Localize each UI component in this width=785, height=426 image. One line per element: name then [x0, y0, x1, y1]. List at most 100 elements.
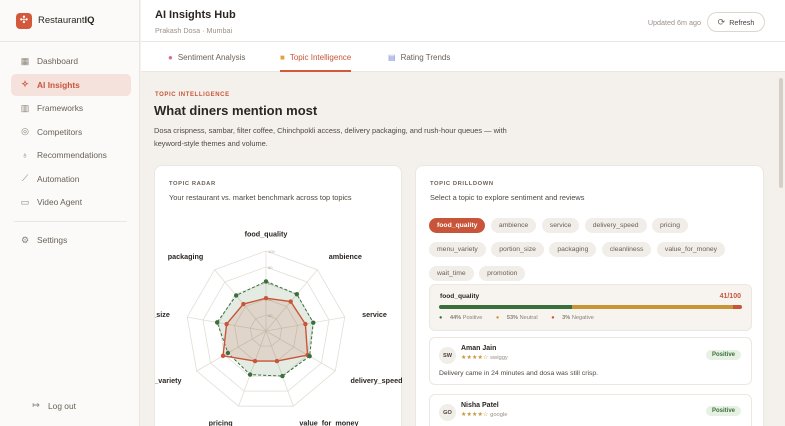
folder-icon: ■ [280, 52, 285, 62]
radar-axis-label: pricing [209, 419, 233, 426]
sidebar-item-frameworks[interactable]: ▥ Frameworks [11, 97, 131, 119]
topic-chip-portion-size[interactable]: portion_size [491, 242, 544, 257]
sidebar-item-recommendations[interactable]: ♁ Recommendations [11, 144, 131, 166]
sentiment-bar-neutral [572, 305, 733, 309]
page-title: AI Insights Hub [155, 9, 236, 21]
avatar: SW [439, 347, 456, 364]
reviewer-name: Aman Jain [461, 345, 497, 352]
main-content: TOPIC INTELLIGENCE What diners mention m… [141, 73, 785, 426]
topic-chip-cleanliness[interactable]: cleanliness [601, 242, 652, 257]
radar-point [263, 296, 269, 301]
sentiment-bar-positive [439, 305, 573, 309]
dashboard-icon: ▦ [20, 55, 30, 66]
tab-sentiment-analysis[interactable]: ● Sentiment Analysis [168, 42, 245, 72]
topic-radar-chart: 10080604020food_qualityambienceservicede… [155, 229, 402, 426]
last-updated: Updated 6m ago [647, 18, 701, 27]
gear-icon: ⚙ [20, 234, 30, 245]
sidebar-item-dashboard[interactable]: ▦ Dashboard [11, 50, 131, 72]
topic-chip-delivery-speed[interactable]: delivery_speed [584, 218, 647, 233]
radar-point [274, 358, 280, 364]
insight-tabs: ● Sentiment Analysis ■ Topic Intelligence … [141, 42, 785, 72]
sidebar-item-automation[interactable]: ⟋ Automation [11, 168, 131, 190]
brand[interactable]: ✣ RestaurantIQ [0, 0, 139, 42]
main-scrollbar[interactable] [779, 78, 783, 188]
card-subtitle: Select a topic to explore sentiment and … [430, 193, 585, 202]
sidebar-item-label: Competitors [37, 126, 83, 137]
refresh-button[interactable]: ⟳ Refresh [707, 12, 765, 32]
sidebar-item-ai-insights[interactable]: ✧ AI Insights [11, 73, 131, 96]
sidebar-item-label: Recommendations [37, 150, 107, 160]
video-icon: ▭ [20, 196, 30, 207]
selected-topic-score: 41/100 [719, 293, 741, 300]
radar-point [311, 320, 316, 325]
star-rating-icon: ★★★★☆ [461, 355, 489, 361]
legend-negative: ● 3% Negative [551, 315, 594, 321]
tab-label: Rating Trends [400, 52, 451, 62]
sentiment-bar [439, 305, 742, 309]
avatar: GO [439, 404, 456, 421]
section-description: Dosa crispness, sambar, filter coffee, C… [154, 126, 507, 148]
topic-chip-ambience[interactable]: ambience [490, 218, 537, 233]
radar-axis-label: ambience [329, 252, 362, 261]
sidebar-item-label: AI Insights [37, 79, 80, 90]
sidebar-item-label: Settings [37, 235, 68, 245]
tab-rating-trends[interactable]: ▤ Rating Trends [388, 42, 450, 72]
review-card[interactable]: SW Aman Jain ★★★★☆ swiggy Positive Deliv… [429, 337, 752, 385]
sparkle-icon: ✧ [21, 79, 29, 89]
radar-tick-label: 100 [268, 249, 275, 254]
sidebar-item-label: Automation [37, 173, 80, 184]
tab-label: Topic Intelligence [289, 52, 352, 62]
radar-point [224, 321, 229, 327]
radar-point [220, 353, 226, 358]
review-source: google [490, 412, 508, 418]
topic-chip-promotion[interactable]: promotion [479, 266, 526, 281]
section-eyebrow: TOPIC INTELLIGENCE [155, 92, 230, 98]
brain-icon: ● [168, 52, 173, 62]
tab-topic-intelligence[interactable]: ■ Topic Intelligence [280, 42, 352, 72]
wand-icon: ⟋ [21, 173, 29, 183]
radar-axis-label: packaging [168, 252, 204, 261]
sidebar-item-video-agent[interactable]: ▭ Video Agent [11, 191, 131, 213]
review-meta: ★★★★☆ swiggy [461, 355, 508, 361]
radar-point [252, 358, 258, 364]
sidebar: ✣ RestaurantIQ ▦ Dashboard ✧ AI Insights ▥… [0, 0, 140, 426]
review-text: Delivery came in 24 minutes and dosa was… [439, 370, 599, 377]
chart-icon: ▤ [388, 52, 396, 62]
topic-chip-value-for-money[interactable]: value_for_money [656, 242, 726, 257]
radar-point [263, 279, 269, 284]
legend-neutral: ● 53% Neutral [495, 315, 538, 321]
sidebar-item-label: Video Agent [37, 197, 83, 207]
radar-point [214, 320, 220, 325]
sidebar-item-label: Frameworks [37, 103, 84, 113]
topic-chip-list: food_quality ambience service delivery_s… [429, 214, 749, 286]
radar-point [307, 354, 312, 359]
review-meta: ★★★★☆ google [461, 412, 508, 418]
top-header: AI Insights Hub Prakash Dosa · Mumbai Up… [141, 0, 785, 42]
selected-topic-name: food_quality [440, 293, 480, 300]
card-eyebrow: TOPIC RADAR [169, 181, 216, 187]
topic-chip-menu-variety[interactable]: menu_variety [429, 242, 486, 257]
card-eyebrow: TOPIC DRILLDOWN [430, 181, 494, 187]
topic-chip-pricing[interactable]: pricing [651, 218, 688, 233]
radar-point [294, 292, 300, 297]
sentiment-badge: Positive [705, 406, 741, 416]
review-source: swiggy [490, 355, 508, 361]
reviewer-name: Nisha Patel [461, 402, 499, 409]
refresh-icon: ⟳ [717, 16, 726, 27]
topic-chip-packaging[interactable]: packaging [549, 242, 597, 257]
sentiment-badge: Positive [705, 350, 741, 360]
sidebar-item-settings[interactable]: ⚙ Settings [11, 229, 131, 251]
refresh-label: Refresh [729, 17, 755, 27]
topic-chip-service[interactable]: service [541, 218, 580, 233]
topic-detail-panel: food_quality 41/100 ● 44% Positive ● 53%… [429, 284, 752, 331]
bar-chart-icon: ▥ [20, 102, 30, 113]
review-card[interactable]: GO Nisha Patel ★★★★☆ google Positive [429, 394, 752, 426]
logout-button[interactable]: ↦ Log out [22, 395, 123, 417]
sidebar-item-competitors[interactable]: ◎ Competitors [11, 121, 131, 143]
topic-chip-food-quality[interactable]: food_quality [429, 218, 486, 233]
sentiment-bar-negative [732, 305, 742, 309]
topic-chip-wait-time[interactable]: wait_time [429, 266, 474, 281]
sidebar-item-label: Dashboard [37, 56, 78, 66]
brand-logo-icon: ✣ [16, 12, 32, 29]
topic-radar-card: TOPIC RADAR Your restaurant vs. market b… [154, 165, 402, 426]
